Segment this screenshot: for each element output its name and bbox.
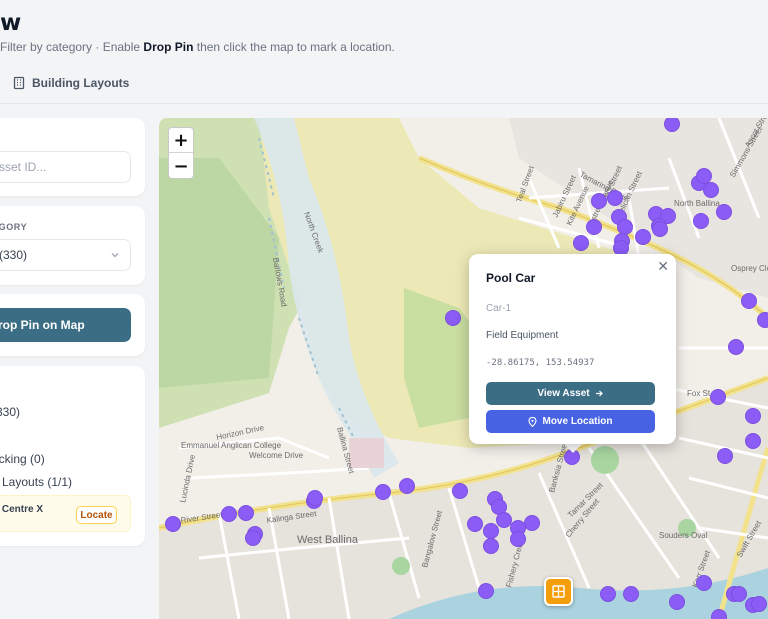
asset-marker[interactable] [757,312,768,328]
search-input[interactable] [0,151,131,183]
popup-coordinates: -28.86175, 153.54937 [486,358,595,368]
asset-marker[interactable] [165,516,181,532]
asset-marker[interactable] [221,506,237,522]
page-title: w [0,10,22,36]
asset-marker[interactable] [669,594,685,610]
asset-marker[interactable] [586,219,602,235]
building-icon [552,585,565,598]
asset-marker[interactable] [696,168,712,184]
asset-marker[interactable] [716,204,732,220]
asset-popup: ✕ Pool Car Car-1 Field Equipment -28.861… [469,254,676,444]
view-asset-button[interactable]: View Asset [486,382,655,405]
asset-marker[interactable] [617,219,633,235]
building-layout-entry: g Centre X Locate [0,495,131,532]
asset-marker[interactable] [483,538,499,554]
asset-marker[interactable] [728,339,744,355]
arrow-right-icon [595,390,603,397]
building-icon [13,76,25,90]
street-label: Souders Oval [659,531,708,540]
legend-item[interactable]: g Layouts (1/1) [0,475,72,489]
asset-marker[interactable] [751,596,767,612]
popup-asset-id: Car-1 [486,303,512,314]
asset-marker[interactable] [693,213,709,229]
legend-card: (330) ) acking (0) g Layouts (1/1) g Cen… [0,366,145,546]
category-selected-value: (330) [0,248,28,262]
category-select[interactable]: (330) [0,239,131,271]
street-label: West Ballina [297,534,359,546]
asset-marker[interactable] [745,408,761,424]
view-asset-label: View Asset [537,388,590,399]
locate-button[interactable]: Locate [76,506,117,524]
asset-marker[interactable] [623,586,639,602]
asset-marker[interactable] [510,531,526,547]
asset-marker[interactable] [524,515,540,531]
building-name: g Centre X [0,504,44,515]
asset-marker[interactable] [478,583,494,599]
map-canvas[interactable]: Tamarind Drive North Ballina Teal Street… [159,118,768,619]
drop-pin-card: rop Pin on Map [0,294,145,356]
chevron-down-icon [111,253,119,258]
asset-marker[interactable] [664,118,680,132]
street-label: Osprey Close [731,264,768,273]
building-layout-marker[interactable] [544,577,573,606]
page-subtitle: Filter by category · Enable Drop Pin the… [0,40,395,54]
asset-marker[interactable] [375,484,391,500]
asset-marker[interactable] [245,530,261,546]
asset-marker[interactable] [652,221,668,237]
asset-marker[interactable] [607,190,623,206]
asset-marker[interactable] [452,483,468,499]
search-card [0,118,145,196]
legend-item[interactable]: (330) [0,405,20,419]
move-location-button[interactable]: Move Location [486,410,655,433]
street-label: North Ballina [674,199,720,208]
subtitle-suffix: then click the map to mark a location. [193,40,395,54]
subtitle-prefix: Filter by category · Enable [0,40,144,54]
asset-marker[interactable] [703,182,719,198]
page-header: w Filter by category · Enable Drop Pin t… [0,0,768,104]
asset-marker[interactable] [731,586,747,602]
asset-marker[interactable] [635,229,651,245]
popup-title: Pool Car [486,271,536,285]
asset-marker[interactable] [496,512,512,528]
asset-marker[interactable] [445,310,461,326]
zoom-in-button[interactable]: + [169,128,193,153]
asset-marker[interactable] [483,523,499,539]
asset-marker[interactable] [696,575,712,591]
asset-marker[interactable] [573,235,589,251]
street-label: Emmanuel Anglican College [181,441,282,450]
street-label: Welcome Drive [249,451,304,460]
popup-category: Field Equipment [486,330,559,341]
asset-marker[interactable] [467,516,483,532]
zoom-control: + − [168,127,194,179]
asset-marker[interactable] [741,293,757,309]
asset-marker[interactable] [399,478,415,494]
map-pin-icon [528,416,538,427]
header-divider [0,103,768,104]
drop-pin-button[interactable]: rop Pin on Map [0,308,131,342]
tab-building-layouts[interactable]: Building Layouts [12,76,129,90]
move-location-label: Move Location [542,416,613,427]
zoom-out-button[interactable]: − [169,154,193,179]
popup-pointer [563,443,583,453]
asset-marker[interactable] [307,490,323,506]
asset-marker[interactable] [717,448,733,464]
street-label: Fox St [687,389,711,398]
asset-marker[interactable] [710,389,726,405]
asset-marker[interactable] [745,433,761,449]
asset-marker[interactable] [238,505,254,521]
close-icon[interactable]: ✕ [657,258,669,275]
subtitle-bold: Drop Pin [143,40,194,54]
tab-label: Building Layouts [32,76,130,90]
map-base-layer: Tamarind Drive North Ballina Teal Street… [159,118,768,619]
legend-item[interactable]: acking (0) [0,452,45,466]
asset-marker[interactable] [600,586,616,602]
category-label: EGORY [0,222,28,232]
asset-marker[interactable] [591,193,607,209]
category-card: EGORY (330) [0,206,145,285]
